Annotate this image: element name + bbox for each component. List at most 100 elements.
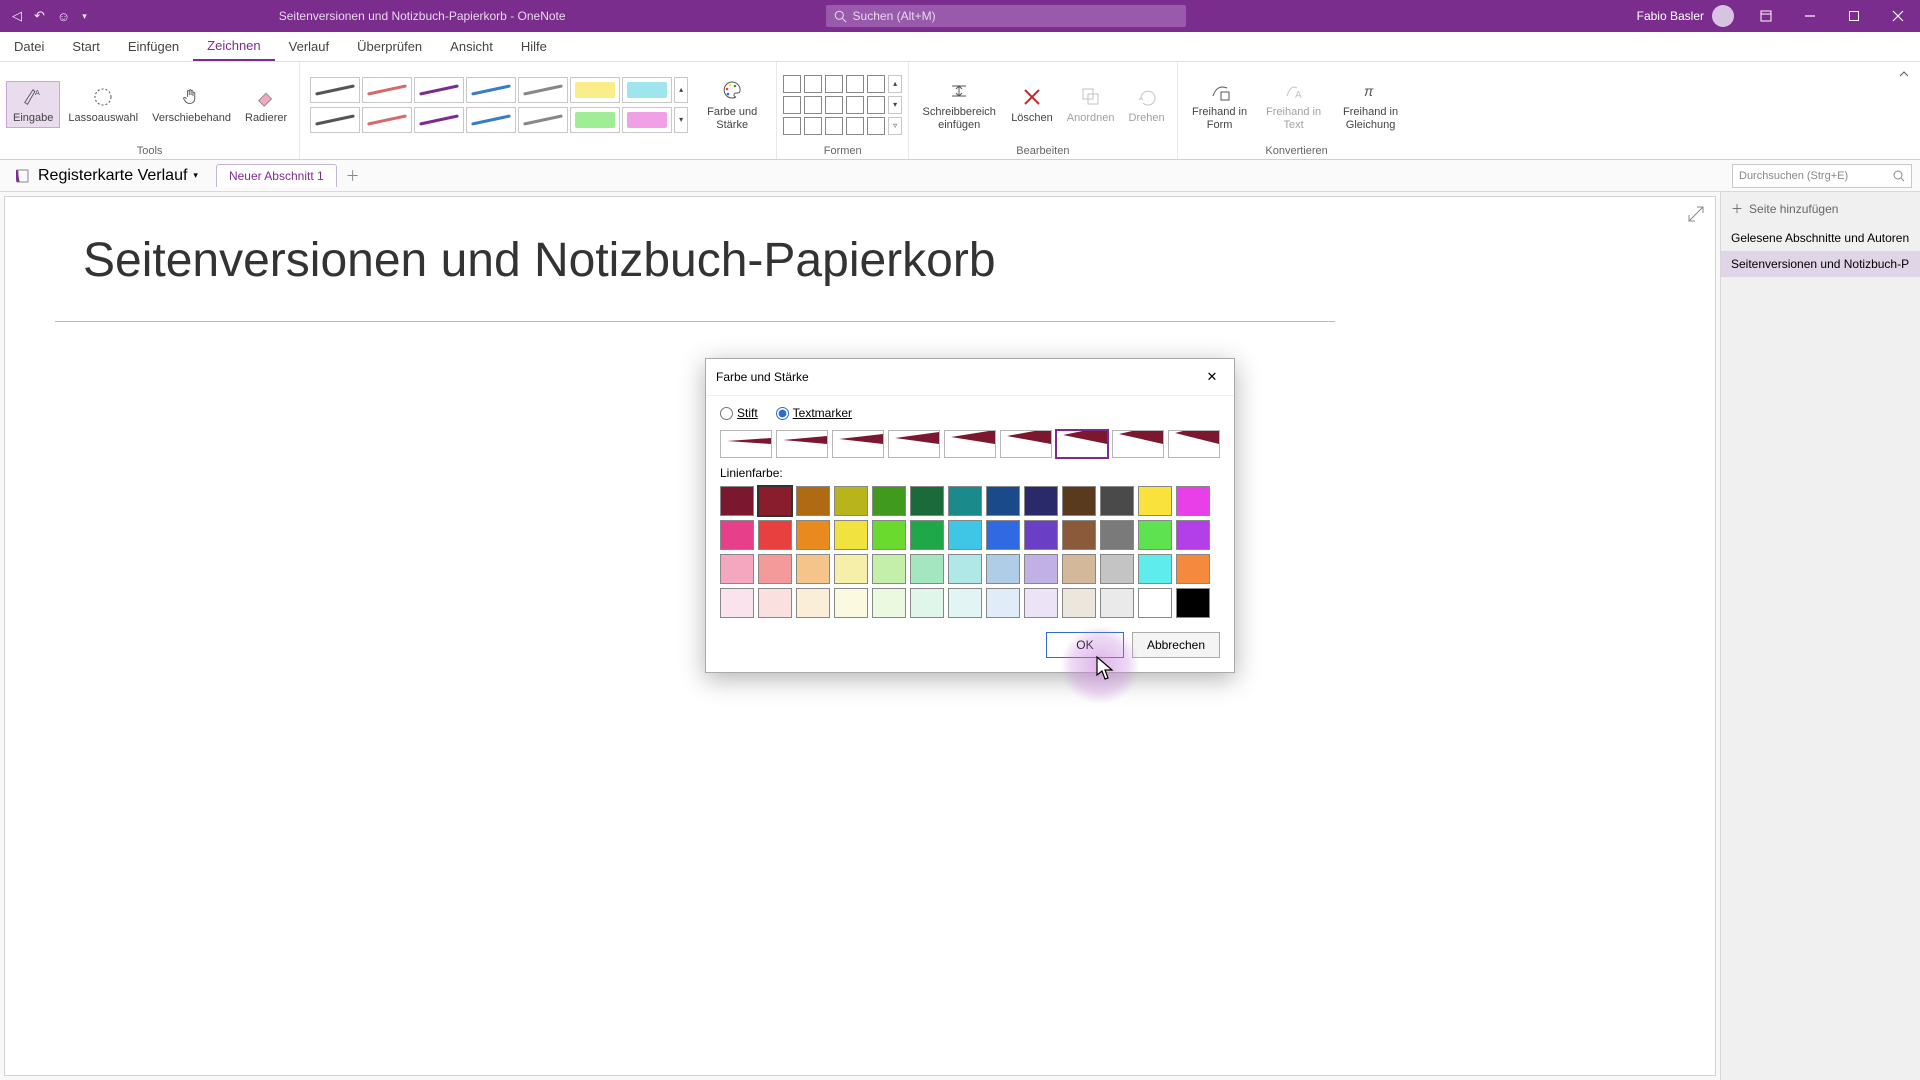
freihand-form-button[interactable]: Freihand in Form [1184,76,1256,132]
shapes-scroll-1[interactable]: ▾ [888,96,902,114]
search-box[interactable]: Suchen (Alt+M) [826,5,1186,27]
shape-9[interactable] [867,96,885,114]
pen-swatch[interactable] [414,107,464,133]
shape-10[interactable] [783,117,801,135]
color-swatch[interactable] [910,486,944,516]
color-swatch[interactable] [758,554,792,584]
color-swatch[interactable] [758,520,792,550]
color-swatch[interactable] [910,588,944,618]
shape-4[interactable] [867,75,885,93]
shape-11[interactable] [804,117,822,135]
color-swatch[interactable] [910,554,944,584]
shape-5[interactable] [783,96,801,114]
page-title[interactable]: Seitenversionen und Notizbuch-Papierkorb [83,233,996,288]
back-icon[interactable]: ◁ [12,8,22,24]
color-swatch[interactable] [948,588,982,618]
color-swatch[interactable] [834,486,868,516]
color-swatch[interactable] [872,588,906,618]
add-section-button[interactable]: ＋ [343,166,363,186]
shapes-scroll-2[interactable]: ▿ [888,117,902,135]
close-button[interactable] [1876,0,1920,32]
color-swatch[interactable] [796,486,830,516]
tab-zeichnen[interactable]: Zeichnen [193,32,274,61]
shape-14[interactable] [867,117,885,135]
color-swatch[interactable] [1024,554,1058,584]
undo-icon[interactable]: ↶ [34,8,45,24]
thickness-1[interactable] [776,430,828,458]
cancel-button[interactable]: Abbrechen [1132,632,1220,658]
color-swatch[interactable] [1024,486,1058,516]
color-swatch[interactable] [720,520,754,550]
verschiebehand-button[interactable]: Verschiebehand [146,82,237,126]
radio-stift[interactable]: Stift [720,406,758,420]
color-swatch[interactable] [1100,588,1134,618]
shape-7[interactable] [825,96,843,114]
loeschen-button[interactable]: Löschen [1005,82,1059,126]
notebook-search[interactable]: Durchsuchen (Strg+E) [1732,164,1912,188]
expand-icon[interactable] [1687,205,1707,225]
color-swatch[interactable] [1100,554,1134,584]
shape-13[interactable] [846,117,864,135]
color-swatch[interactable] [1024,588,1058,618]
pen-swatch[interactable] [414,77,464,103]
color-swatch[interactable] [1176,486,1210,516]
color-swatch[interactable] [720,588,754,618]
pen-swatch[interactable] [362,77,412,103]
page-item[interactable]: Seitenversionen und Notizbuch-P [1721,251,1920,277]
user-area[interactable]: Fabio Basler [1627,5,1744,27]
minimize-button[interactable] [1788,0,1832,32]
page-item[interactable]: Gelesene Abschnitte und Autoren [1721,225,1920,251]
pen-swatch[interactable] [466,107,516,133]
tab-überprüfen[interactable]: Überprüfen [343,32,436,61]
schreibbereich-button[interactable]: Schreibbereich einfügen [915,76,1003,132]
highlighter-swatch[interactable] [570,107,620,133]
color-swatch[interactable] [758,588,792,618]
color-swatch[interactable] [872,554,906,584]
color-swatch[interactable] [872,520,906,550]
color-swatch[interactable] [1100,520,1134,550]
radierer-button[interactable]: Radierer [239,82,293,126]
qat-dropdown-icon[interactable]: ▾ [82,11,87,22]
color-swatch[interactable] [986,486,1020,516]
color-swatch[interactable] [948,554,982,584]
color-swatch[interactable] [1176,554,1210,584]
color-swatch[interactable] [1138,554,1172,584]
pen-swatch[interactable] [310,77,360,103]
color-swatch[interactable] [1138,486,1172,516]
color-swatch[interactable] [1062,554,1096,584]
tab-einfügen[interactable]: Einfügen [114,32,193,61]
color-swatch[interactable] [1062,486,1096,516]
freihand-gleichung-button[interactable]: πFreihand in Gleichung [1332,76,1410,132]
thickness-4[interactable] [944,430,996,458]
highlighter-swatch[interactable] [622,107,672,133]
color-swatch[interactable] [758,486,792,516]
color-swatch[interactable] [720,554,754,584]
color-swatch[interactable] [1176,520,1210,550]
color-swatch[interactable] [834,520,868,550]
collapse-ribbon-icon[interactable] [1888,62,1920,86]
color-swatch[interactable] [872,486,906,516]
farbe-staerke-button[interactable]: Farbe und Stärke [698,76,766,132]
color-swatch[interactable] [834,554,868,584]
tab-start[interactable]: Start [58,32,113,61]
color-swatch[interactable] [1176,588,1210,618]
thickness-5[interactable] [1000,430,1052,458]
color-swatch[interactable] [1024,520,1058,550]
notebook-dropdown[interactable]: Registerkarte Verlauf ▾ [8,167,206,185]
shape-0[interactable] [783,75,801,93]
color-swatch[interactable] [948,520,982,550]
eingabe-button[interactable]: AEingabe [6,81,60,127]
pen-swatch[interactable] [466,77,516,103]
color-swatch[interactable] [796,520,830,550]
shape-6[interactable] [804,96,822,114]
pen-swatch[interactable] [518,107,568,133]
highlighter-swatch[interactable] [622,77,672,103]
highlighter-swatch[interactable] [570,77,620,103]
thickness-3[interactable] [888,430,940,458]
color-swatch[interactable] [986,554,1020,584]
thickness-7[interactable] [1112,430,1164,458]
tab-verlauf[interactable]: Verlauf [275,32,343,61]
add-page-button[interactable]: ＋Seite hinzufügen [1721,192,1920,225]
color-swatch[interactable] [910,520,944,550]
color-swatch[interactable] [1062,520,1096,550]
